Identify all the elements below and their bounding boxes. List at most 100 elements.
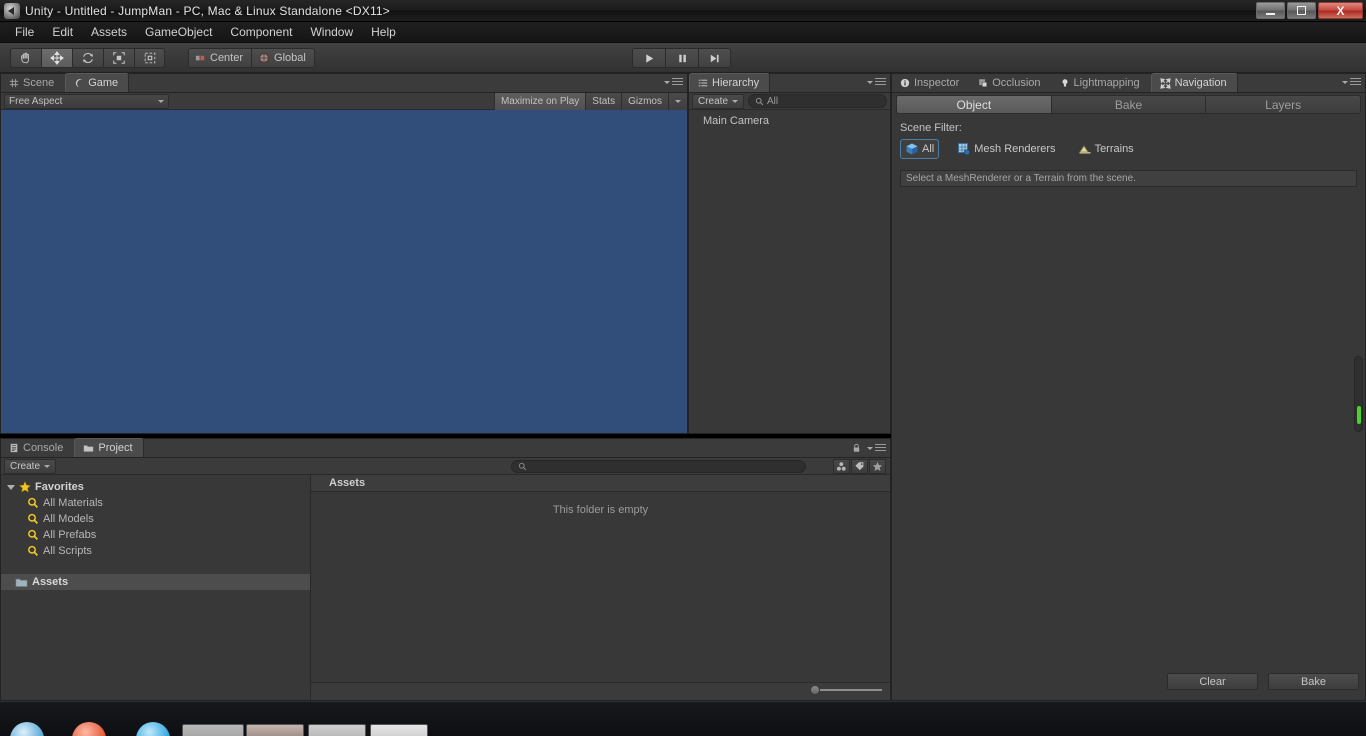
step-button[interactable] xyxy=(698,48,731,68)
tab-navigation[interactable]: Navigation xyxy=(1150,73,1238,92)
hierarchy-panel-tabs: Hierarchy xyxy=(689,73,890,93)
taskbar-thumb-1[interactable] xyxy=(182,724,244,736)
tree-row-all-models[interactable]: All Models xyxy=(1,511,310,527)
rotation-mode-label: Global xyxy=(274,52,306,64)
segment-bake[interactable]: Bake xyxy=(1050,95,1206,114)
tree-row-all-materials[interactable]: All Materials xyxy=(1,495,310,511)
minimize-icon xyxy=(1266,12,1275,15)
terrain-icon xyxy=(1078,145,1091,154)
expand-triangle-icon[interactable] xyxy=(7,484,15,490)
bake-button[interactable]: Bake xyxy=(1268,673,1359,690)
slider-knob[interactable] xyxy=(810,685,820,695)
game-view-toolbar: Free Aspect Maximize on Play Stats Gizmo… xyxy=(1,93,687,110)
tab-navigation-label: Navigation xyxy=(1174,77,1227,89)
hierarchy-panel-menu[interactable] xyxy=(867,78,886,87)
close-button[interactable]: X xyxy=(1318,2,1363,19)
tab-occlusion[interactable]: Occlusion xyxy=(970,73,1051,92)
tree-row-all-scripts[interactable]: All Scripts xyxy=(1,543,310,559)
play-button[interactable] xyxy=(632,48,665,68)
rotation-mode-button[interactable]: Global xyxy=(251,48,315,68)
taskbar-thumb-2[interactable] xyxy=(246,724,304,736)
tab-hierarchy[interactable]: Hierarchy xyxy=(689,73,771,92)
scene-filter-options: All Mesh Renderers Terrains xyxy=(900,139,1359,159)
maximize-on-play-button[interactable]: Maximize on Play xyxy=(493,93,586,110)
menu-window[interactable]: Window xyxy=(301,23,362,41)
icon-size-slider[interactable] xyxy=(810,684,882,696)
hand-tool-button[interactable] xyxy=(10,48,41,68)
gizmos-dropdown-button[interactable] xyxy=(668,93,687,110)
hamburger-icon xyxy=(1350,78,1361,87)
cube-icon xyxy=(906,143,918,155)
tree-row-assets[interactable]: Assets xyxy=(1,574,310,590)
hierarchy-create-button[interactable]: Create xyxy=(692,93,745,109)
pivot-mode-button[interactable]: Center xyxy=(188,48,252,68)
restore-icon xyxy=(1297,6,1306,15)
lock-icon xyxy=(853,443,860,452)
tab-inspector-label: Inspector xyxy=(914,76,960,89)
taskbar-orb-2[interactable] xyxy=(72,722,106,736)
slider-track[interactable] xyxy=(820,689,882,691)
scale-tool-button[interactable] xyxy=(103,48,134,68)
menu-assets[interactable]: Assets xyxy=(82,23,136,41)
stats-button[interactable]: Stats xyxy=(585,93,622,110)
filter-terrains[interactable]: Terrains xyxy=(1074,140,1138,158)
game-render-area[interactable] xyxy=(1,110,687,433)
hand-icon xyxy=(21,52,29,64)
gizmos-button[interactable]: Gizmos xyxy=(621,93,668,110)
navigation-panel-menu[interactable] xyxy=(1342,78,1361,87)
pause-icon xyxy=(678,54,686,62)
restore-button[interactable] xyxy=(1287,2,1316,19)
menu-file[interactable]: File xyxy=(6,23,43,41)
scene-filter-label: Scene Filter: xyxy=(900,122,962,134)
taskbar-orb-1[interactable] xyxy=(10,722,44,736)
move-tool-button[interactable] xyxy=(41,48,72,68)
asset-type-filter-button[interactable] xyxy=(833,458,850,474)
asset-type-filter-icon xyxy=(837,461,846,471)
game-panel-menu[interactable] xyxy=(664,78,683,87)
tab-scene[interactable]: Scene xyxy=(1,73,65,92)
taskbar-thumb-4[interactable] xyxy=(370,724,428,736)
playback-controls xyxy=(632,48,731,68)
menu-component[interactable]: Component xyxy=(221,23,301,41)
navigation-scrollbar[interactable] xyxy=(1354,356,1363,432)
rotate-tool-button[interactable] xyxy=(72,48,103,68)
taskbar-orb-3[interactable] xyxy=(136,722,170,736)
segment-layers[interactable]: Layers xyxy=(1205,95,1362,114)
filter-all[interactable]: All xyxy=(900,139,940,159)
tab-game[interactable]: Game xyxy=(65,73,130,92)
pause-button[interactable] xyxy=(665,48,698,68)
project-tree-pane: Favorites All Materials All Models All P… xyxy=(1,475,311,700)
taskbar-thumb-3[interactable] xyxy=(308,724,366,736)
minimize-button[interactable] xyxy=(1256,2,1285,19)
hamburger-icon xyxy=(875,443,886,453)
tree-label-all-models: All Models xyxy=(43,513,94,525)
project-panel-menu[interactable] xyxy=(852,443,886,453)
project-create-button[interactable]: Create xyxy=(4,458,57,474)
main-toolbar: Center Global Layers xyxy=(0,43,1366,111)
menu-edit[interactable]: Edit xyxy=(43,23,82,41)
tree-row-favorites[interactable]: Favorites xyxy=(1,479,310,495)
tab-inspector[interactable]: Inspector xyxy=(892,73,970,92)
favorite-filter-button[interactable] xyxy=(869,458,886,474)
hierarchy-list: Main Camera xyxy=(689,110,890,129)
pivot-center-icon xyxy=(195,55,205,60)
menu-help[interactable]: Help xyxy=(362,23,405,41)
tree-row-all-prefabs[interactable]: All Prefabs xyxy=(1,527,310,543)
aspect-ratio-dropdown[interactable]: Free Aspect xyxy=(4,93,169,109)
hierarchy-item-main-camera[interactable]: Main Camera xyxy=(689,113,890,129)
label-filter-button[interactable] xyxy=(851,458,868,474)
hierarchy-search-input[interactable]: All xyxy=(748,94,887,108)
project-breadcrumb: Assets xyxy=(311,475,890,492)
clear-button[interactable]: Clear xyxy=(1167,673,1258,690)
menu-gameobject[interactable]: GameObject xyxy=(136,23,221,41)
game-view-panel: Scene Game Free Aspect Maximize on Play … xyxy=(0,73,688,434)
play-icon xyxy=(645,53,653,63)
filter-mesh-renderers[interactable]: Mesh Renderers xyxy=(953,140,1059,158)
rect-transform-tool-button[interactable] xyxy=(134,48,165,68)
project-search-input[interactable] xyxy=(511,459,806,473)
tab-console[interactable]: Console xyxy=(1,438,74,457)
segment-object[interactable]: Object xyxy=(896,95,1051,114)
windows-taskbar xyxy=(0,701,1366,736)
tab-project[interactable]: Project xyxy=(74,438,144,457)
tab-lightmapping[interactable]: Lightmapping xyxy=(1052,73,1151,92)
